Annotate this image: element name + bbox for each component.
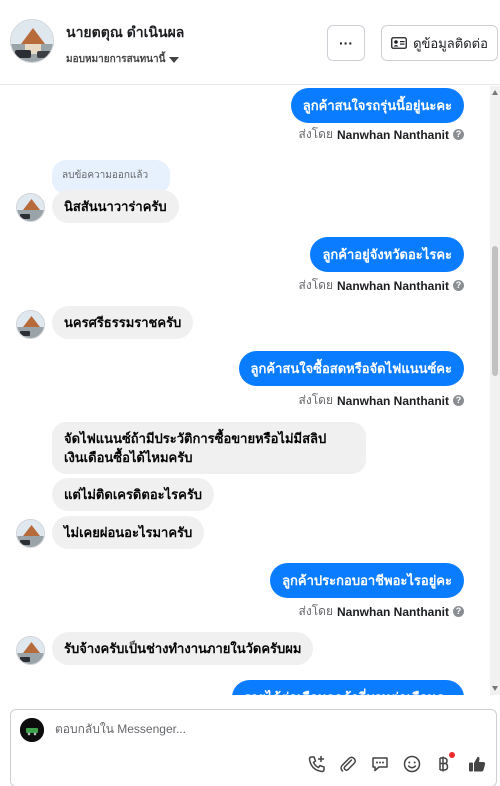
page-avatar xyxy=(20,718,44,742)
sent-by-prefix: ส่งโดย xyxy=(298,604,333,618)
contact-name: นายตตุณ ดำเนินผล xyxy=(66,24,185,40)
attach-icon[interactable] xyxy=(337,753,359,775)
contact-avatar-small xyxy=(16,310,45,339)
notification-dot xyxy=(449,752,455,758)
message-incoming[interactable]: รับจ้างครับเป็นช่างทำงานภายในวัดครับผม xyxy=(52,632,314,665)
sent-by-line: ส่งโดย Nanwhan Nanthanit ? xyxy=(299,391,464,410)
caret-down-icon xyxy=(169,56,180,63)
assign-conversation-dropdown[interactable]: มอบหมายการสนทนานี้ xyxy=(66,52,180,67)
message-outgoing[interactable]: รายได้ต่อเดือนลูกค้ากี่บาทต่อเดือนคะ xyxy=(231,680,464,695)
agent-name: Nanwhan Nanthanit xyxy=(336,278,449,293)
reply-input[interactable] xyxy=(55,722,475,736)
conversation-header: นายตตุณ ดำเนินผล มอบหมายการสนทนานี้ ··· … xyxy=(0,0,500,85)
scroll-down-arrow-icon[interactable] xyxy=(492,686,498,691)
message-line: จัดไฟแนนซ์ถ้ามีประวัติการซื้อขายหรือไม่ม… xyxy=(64,431,327,446)
thread-scrollbar[interactable] xyxy=(490,86,500,695)
view-contact-info-button[interactable]: ดูข้อมูลติดต่อ xyxy=(381,25,498,61)
scroll-up-arrow-icon[interactable] xyxy=(492,90,498,95)
assign-label: มอบหมายการสนทนานี้ xyxy=(66,54,166,65)
sent-by-prefix: ส่งโดย xyxy=(298,278,333,292)
info-icon[interactable]: ? xyxy=(453,395,464,406)
contact-card-icon xyxy=(391,37,407,49)
payment-icon[interactable] xyxy=(432,752,455,775)
agent-name: Nanwhan Nanthanit xyxy=(336,604,449,619)
message-incoming[interactable]: แต่ไม่ติดเครดิตอะไรครับ xyxy=(52,478,215,511)
info-icon[interactable]: ? xyxy=(453,129,464,140)
like-icon[interactable] xyxy=(466,753,488,775)
message-incoming[interactable]: นิสสันนาวาร่าครับ xyxy=(52,190,179,223)
message-line: เงินเดือนซื้อได้ไหมครับ xyxy=(64,450,193,465)
add-call-icon[interactable] xyxy=(306,753,328,775)
reply-composer xyxy=(10,709,497,786)
sent-by-line: ส่งโดย Nanwhan Nanthanit ? xyxy=(299,602,464,621)
info-icon[interactable]: ? xyxy=(453,606,464,617)
more-options-label: ··· xyxy=(339,35,353,51)
contact-avatar[interactable] xyxy=(10,19,54,63)
agent-name: Nanwhan Nanthanit xyxy=(336,127,449,142)
saved-reply-icon[interactable] xyxy=(369,753,391,775)
message-outgoing[interactable]: ลูกค้าสนใจซื้อสดหรือจัดไฟแนนซ์คะ xyxy=(238,351,464,386)
message-outgoing[interactable]: ลูกค้าประกอบอาชีพอะไรอยู่คะ xyxy=(270,563,464,598)
more-options-button[interactable]: ··· xyxy=(327,25,365,61)
message-incoming[interactable]: ไม่เคยผ่อนอะไรมาครับ xyxy=(52,516,205,549)
view-contact-info-label: ดูข้อมูลติดต่อ xyxy=(413,35,488,51)
info-icon[interactable]: ? xyxy=(453,280,464,291)
scrollbar-thumb[interactable] xyxy=(492,246,498,376)
sent-by-line: ส่งโดย Nanwhan Nanthanit ? xyxy=(299,276,464,295)
sent-by-prefix: ส่งโดย xyxy=(298,393,333,407)
message-outgoing[interactable]: ลูกค้าอยู่จังหวัดอะไรคะ xyxy=(310,237,464,272)
contact-avatar-small xyxy=(16,193,45,222)
sent-by-line: ส่งโดย Nanwhan Nanthanit ? xyxy=(299,125,464,144)
contact-avatar-small xyxy=(16,519,45,548)
sent-by-prefix: ส่งโดย xyxy=(298,127,333,141)
emoji-icon[interactable] xyxy=(401,753,423,775)
contact-avatar-small xyxy=(16,636,45,665)
message-outgoing[interactable]: ลูกค้าสนใจรถรุ่นนี้อยู่นะคะ xyxy=(290,88,464,123)
deleted-message-notice: ลบข้อความออกแล้ว xyxy=(52,160,170,194)
message-incoming-multiline[interactable]: จัดไฟแนนซ์ถ้ามีประวัติการซื้อขายหรือไม่ม… xyxy=(52,422,366,474)
agent-name: Nanwhan Nanthanit xyxy=(336,393,449,408)
message-incoming[interactable]: นครศรีธรรมราชครับ xyxy=(52,306,194,339)
message-thread[interactable]: ลูกค้าสนใจรถรุ่นนี้อยู่นะคะ ส่งโดย Nanwh… xyxy=(0,86,500,695)
